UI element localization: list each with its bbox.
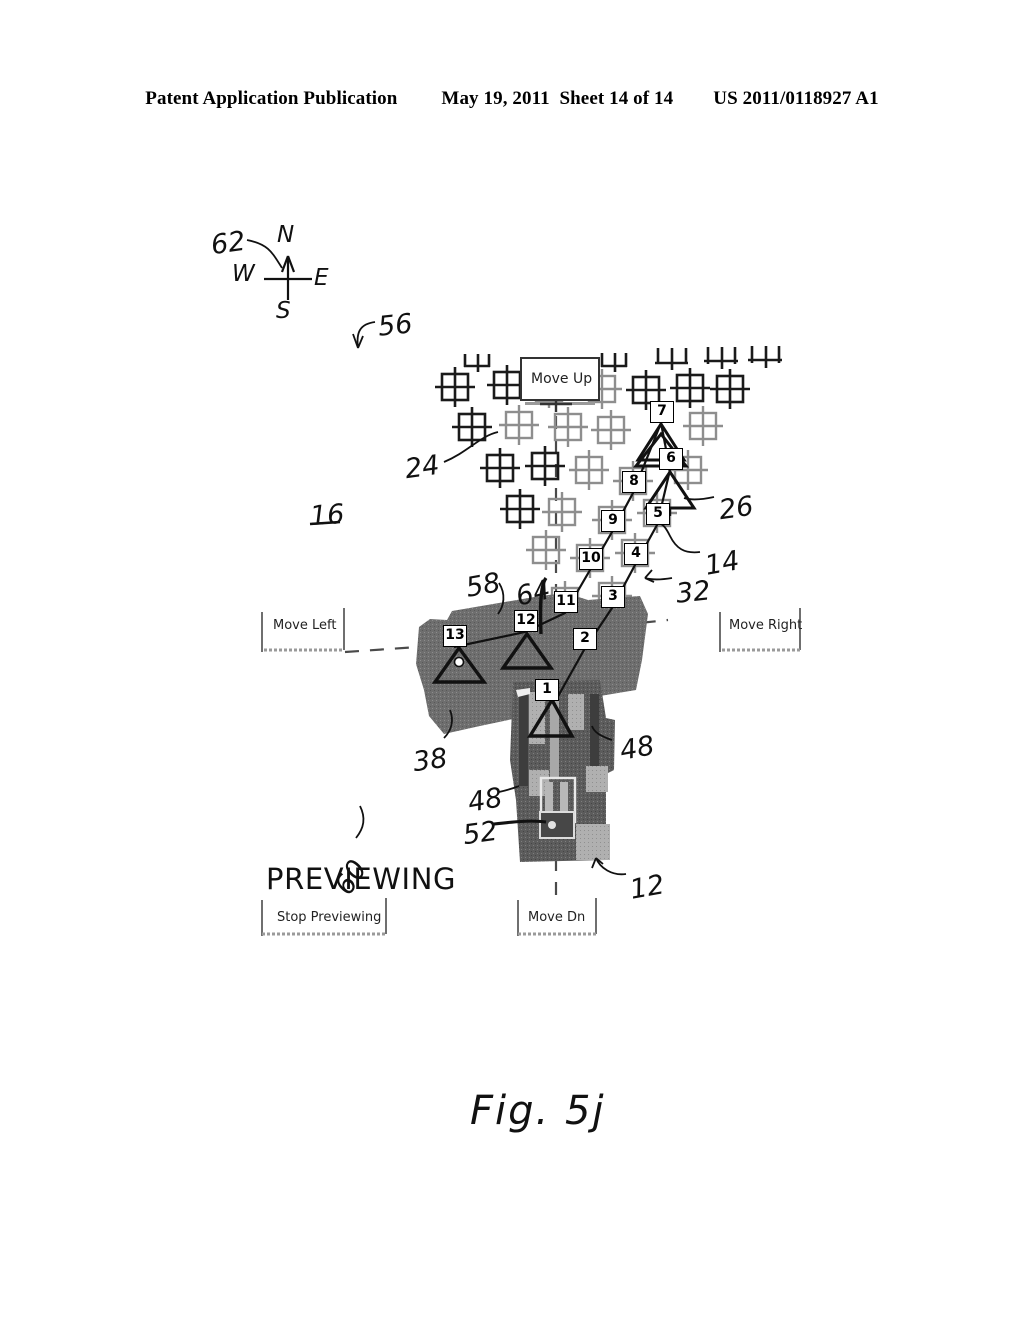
machine-panel-lower-right <box>586 766 608 792</box>
reference-numeral-48: 48 <box>465 782 505 819</box>
compass-south-label: S <box>276 298 291 324</box>
move-down-button-label[interactable]: Move Dn <box>528 910 585 925</box>
reference-numeral-16: 16 <box>308 498 346 533</box>
reference-numeral-26: 26 <box>717 490 756 527</box>
reference-numeral-52: 52 <box>461 815 500 852</box>
reference-numeral-12: 12 <box>627 869 667 906</box>
waypoint-marker-7[interactable]: 7 <box>650 401 674 423</box>
leader-14 <box>659 523 701 554</box>
waypoint-marker-9[interactable]: 9 <box>601 510 625 532</box>
reference-numeral-24: 24 <box>403 449 442 486</box>
waypoint-marker-3[interactable]: 3 <box>601 586 625 608</box>
waypoint-marker-1[interactable]: 1 <box>535 679 559 701</box>
waypoint-marker-13[interactable]: 13 <box>443 625 467 647</box>
figure-caption: Fig. 5j <box>470 1088 606 1134</box>
move-up-button-label[interactable]: Move Up <box>531 371 592 387</box>
reference-numeral-62: 62 <box>209 225 248 262</box>
waypoint-marker-8[interactable]: 8 <box>622 471 646 493</box>
waypoint-marker-12[interactable]: 12 <box>514 610 538 632</box>
reference-numeral-58: 58 <box>463 567 503 604</box>
machine-pivot-point <box>548 821 556 829</box>
waypoint-marker-4[interactable]: 4 <box>624 543 648 565</box>
waypoint-marker-11[interactable]: 11 <box>554 591 578 613</box>
patent-figure-drawing: N S E W Move Up Move Left Move Right Sto… <box>0 0 1024 1320</box>
waypoint-marker-5[interactable]: 5 <box>646 503 670 525</box>
compass-north-label: N <box>277 222 295 248</box>
reference-numeral-38: 38 <box>411 742 450 779</box>
reference-numeral-32: 32 <box>674 575 712 610</box>
machine-tool <box>539 811 575 839</box>
vehicle-marker-13-center <box>453 656 465 668</box>
leader-12 <box>595 857 627 876</box>
machine-counterweight <box>576 824 610 860</box>
waypoint-marker-6[interactable]: 6 <box>659 448 683 470</box>
move-left-button-label[interactable]: Move Left <box>273 618 336 633</box>
compass-east-label: E <box>314 265 329 291</box>
machine-assembly <box>510 680 615 862</box>
waypoint-marker-10[interactable]: 10 <box>579 548 603 570</box>
machine-cyl-b <box>560 782 568 816</box>
left-track <box>519 690 528 786</box>
compass-west-label: W <box>232 261 255 287</box>
machine-cyl-a <box>545 782 553 816</box>
leader-32-arrow <box>644 569 655 583</box>
move-right-button-label[interactable]: Move Right <box>729 618 802 633</box>
reference-numeral-56: 56 <box>376 308 414 343</box>
stop-previewing-button-label[interactable]: Stop Previewing <box>277 910 381 925</box>
waypoint-marker-2[interactable]: 2 <box>573 628 597 650</box>
leader-60 <box>355 805 365 839</box>
machine-panel-right <box>568 694 584 730</box>
compass-rose <box>264 255 312 300</box>
reference-numeral-48: 48 <box>617 730 657 767</box>
